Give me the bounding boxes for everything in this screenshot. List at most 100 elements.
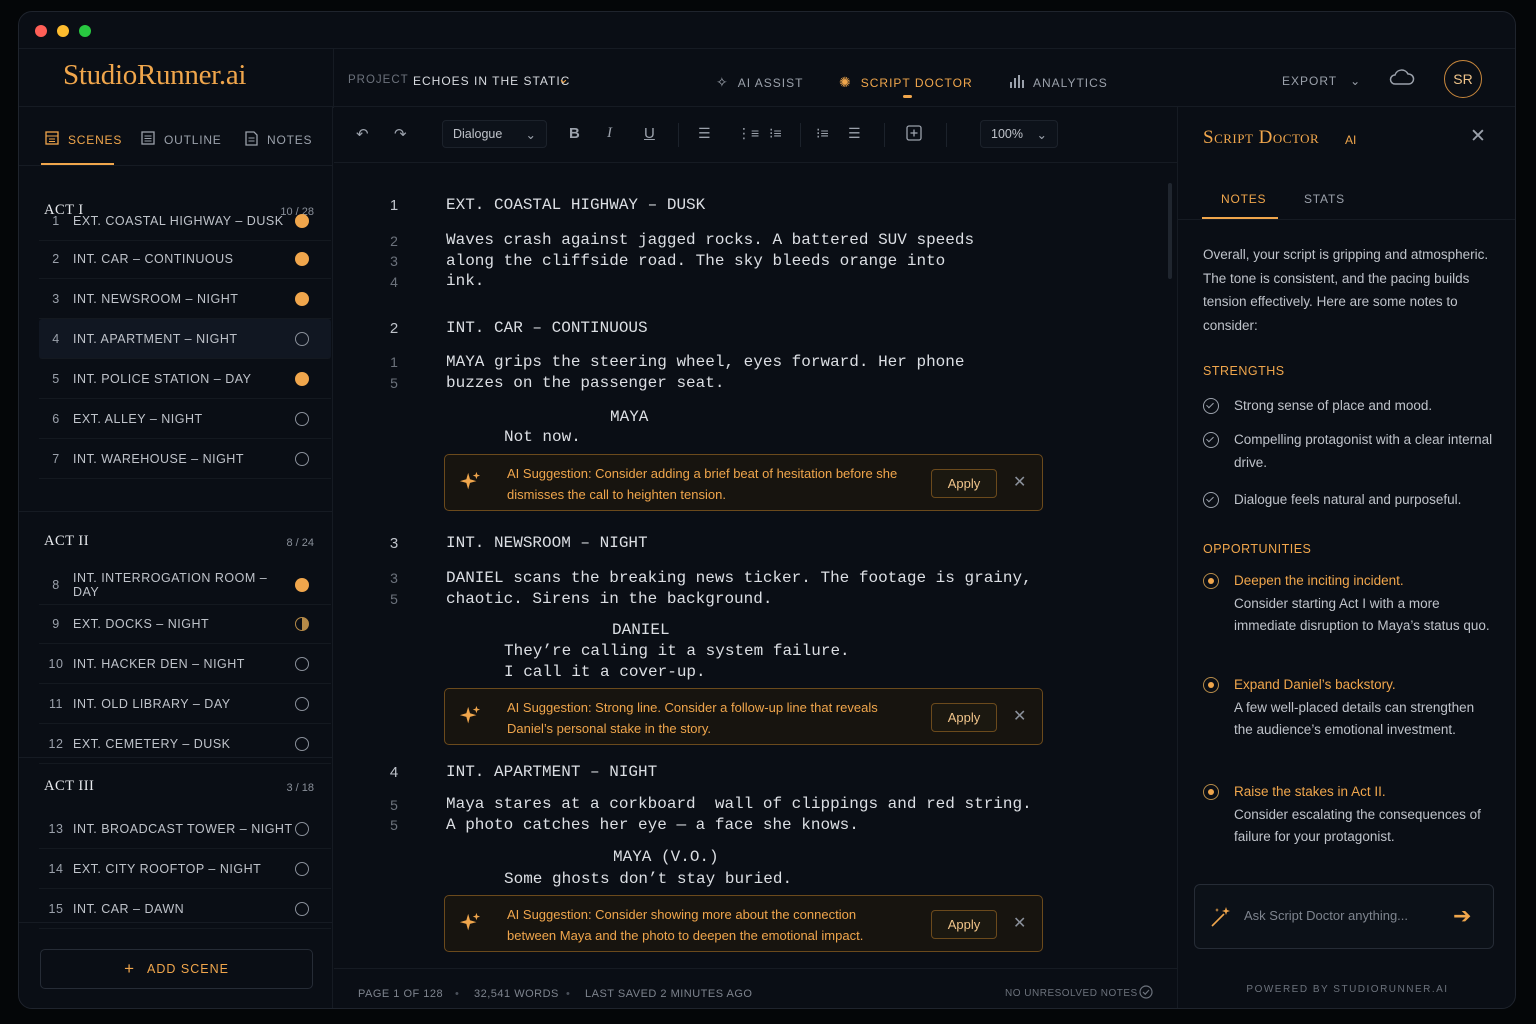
act-heading[interactable]: ACT II	[44, 533, 89, 550]
zoom-select[interactable]: 100% ⌄	[980, 120, 1058, 148]
tab-notes[interactable]: NOTES	[1221, 192, 1266, 206]
dialogue-text[interactable]: They’re calling it a system failure. I c…	[504, 641, 850, 682]
project-selector[interactable]: ECHOES IN THE STATIC	[413, 74, 570, 88]
dismiss-icon[interactable]: ✕	[1013, 706, 1026, 726]
list-icon	[141, 131, 155, 148]
action-text[interactable]: Waves crash against jagged rocks. A batt…	[446, 230, 974, 292]
scene-item[interactable]: 8 INT. INTERROGATION ROOM – DAY	[39, 565, 331, 605]
align-justify-icon[interactable]: ☰	[848, 125, 861, 142]
scene-item[interactable]: 5 INT. POLICE STATION – DAY	[39, 359, 331, 399]
scene-item[interactable]: 14 EXT. CITY ROOFTOP – NIGHT	[39, 849, 331, 889]
action-text[interactable]: DANIEL scans the breaking news ticker. T…	[446, 568, 1032, 609]
opportunity-item[interactable]: Raise the stakes in Act II. Consider esca…	[1203, 781, 1495, 849]
nav-ai-assist[interactable]: ✧ AI ASSIST	[716, 74, 803, 91]
magic-wand-icon	[1211, 907, 1230, 927]
scene-heading[interactable]: INT. APARTMENT – NIGHT	[446, 762, 657, 783]
scene-title: EXT. COASTAL HIGHWAY – DUSK	[73, 213, 284, 228]
scene-number: 5	[52, 371, 60, 386]
action-text[interactable]: MAYA grips the steering wheel, eyes forw…	[446, 352, 964, 393]
ask-placeholder: Ask Script Doctor anything...	[1244, 908, 1409, 923]
maximize-window-button[interactable]	[79, 25, 91, 37]
nav-analytics-label: ANALYTICS	[1033, 75, 1108, 90]
tab-outline[interactable]: OUTLINE	[141, 131, 222, 148]
scene-item[interactable]: 2 INT. CAR – CONTINUOUS	[39, 239, 331, 279]
export-button[interactable]: EXPORT ⌄	[1282, 74, 1361, 88]
export-label: EXPORT	[1282, 74, 1338, 88]
scene-item[interactable]: 11 INT. OLD LIBRARY – DAY	[39, 684, 331, 724]
scene-item[interactable]: 6 EXT. ALLEY – NIGHT	[39, 399, 331, 439]
line-number: 5	[390, 591, 398, 607]
scene-item[interactable]: 1 EXT. COASTAL HIGHWAY – DUSK	[39, 201, 331, 241]
tab-stats[interactable]: STATS	[1304, 192, 1345, 206]
editor-scrollbar[interactable]	[1168, 183, 1172, 279]
strength-item: Dialogue feels natural and purposeful.	[1203, 489, 1495, 512]
scene-item[interactable]: 3 INT. NEWSROOM – NIGHT	[39, 279, 331, 319]
suggestion-text: AI Suggestion: Consider adding a brief b…	[507, 466, 898, 502]
dialogue-text[interactable]: Not now.	[504, 427, 581, 448]
bullet-list-icon[interactable]: ⁝≡	[769, 125, 782, 142]
toolbar-divider	[946, 123, 947, 147]
ask-script-doctor-input[interactable]: Ask Script Doctor anything... ➔	[1194, 884, 1494, 949]
app-logo[interactable]: StudioRunner.ai	[63, 59, 247, 92]
scene-item[interactable]: 9 EXT. DOCKS – NIGHT	[39, 604, 331, 644]
numbered-list-icon[interactable]: ⋮≡	[737, 125, 759, 142]
opportunity-item[interactable]: Expand Daniel’s backstory. A few well-pla…	[1203, 674, 1495, 742]
target-icon	[1203, 677, 1219, 693]
redo-icon[interactable]: ↷	[394, 125, 407, 143]
scene-status-icon	[295, 696, 309, 711]
underline-icon[interactable]: U	[644, 125, 655, 142]
scene-heading[interactable]: INT. CAR – CONTINUOUS	[446, 318, 648, 339]
nav-script-doctor[interactable]: ✺ SCRIPT DOCTOR	[839, 74, 973, 91]
nav-analytics[interactable]: ANALYTICS	[1009, 74, 1108, 91]
add-scene-button[interactable]: + ADD SCENE	[40, 949, 313, 989]
sparkle-icon: ✧	[716, 74, 729, 90]
send-arrow-icon[interactable]: ➔	[1453, 903, 1471, 929]
action-text[interactable]: Maya stares at a corkboard wall of clipp…	[446, 794, 1032, 835]
scene-item[interactable]: 4 INT. APARTMENT – NIGHT	[39, 319, 331, 359]
scene-number: 4	[389, 764, 399, 781]
scene-item[interactable]: 12 EXT. CEMETERY – DUSK	[39, 724, 331, 764]
character-name[interactable]: MAYA	[610, 407, 648, 428]
scene-heading[interactable]: EXT. COASTAL HIGHWAY – DUSK	[446, 195, 705, 216]
insert-note-icon[interactable]	[906, 125, 922, 145]
avatar[interactable]: SR	[1444, 60, 1482, 98]
cloud-sync-icon[interactable]	[1389, 67, 1415, 87]
close-icon[interactable]: ✕	[1470, 125, 1486, 148]
undo-icon[interactable]: ↶	[356, 125, 369, 143]
scene-heading[interactable]: INT. NEWSROOM – NIGHT	[446, 533, 648, 554]
minimize-window-button[interactable]	[57, 25, 69, 37]
check-circle-icon	[1139, 985, 1153, 1002]
scene-number: 2	[389, 320, 399, 337]
scene-item[interactable]: 10 INT. HACKER DEN – NIGHT	[39, 644, 331, 684]
tab-notes[interactable]: NOTES	[245, 131, 312, 149]
scene-item[interactable]: 7 INT. WAREHOUSE – NIGHT	[39, 439, 331, 479]
close-window-button[interactable]	[35, 25, 47, 37]
tab-active-indicator	[41, 163, 114, 165]
dialogue-text[interactable]: Some ghosts don’t stay buried.	[504, 869, 792, 890]
bold-icon[interactable]: B	[569, 125, 580, 142]
tab-scenes[interactable]: SCENES	[45, 131, 122, 148]
scene-number: 10	[48, 656, 64, 671]
dismiss-icon[interactable]: ✕	[1013, 472, 1026, 492]
scene-status-icon	[295, 821, 309, 836]
character-name[interactable]: DANIEL	[612, 620, 670, 641]
opportunity-item[interactable]: Deepen the inciting incident. Consider st…	[1203, 570, 1495, 638]
align-left-icon[interactable]: ☰	[698, 125, 711, 142]
italic-icon[interactable]: I	[607, 125, 612, 142]
film-icon	[45, 131, 59, 148]
scene-status-icon	[295, 251, 309, 266]
apply-button[interactable]: Apply	[931, 703, 997, 732]
chevron-down-icon[interactable]: ⌄	[558, 71, 569, 87]
dismiss-icon[interactable]: ✕	[1013, 913, 1026, 933]
character-name[interactable]: MAYA (V.O.)	[613, 847, 719, 868]
scene-item[interactable]: 13 INT. BROADCAST TOWER – NIGHT	[39, 809, 331, 849]
indent-icon[interactable]: ⁝≡	[816, 125, 829, 142]
apply-button[interactable]: Apply	[931, 469, 997, 498]
apply-button[interactable]: Apply	[931, 910, 997, 939]
element-type-select[interactable]: Dialogue ⌄	[442, 120, 547, 148]
act-divider	[19, 922, 333, 923]
act-heading[interactable]: ACT III	[44, 778, 94, 795]
scene-status-icon	[295, 371, 309, 386]
scene-item[interactable]: 15 INT. CAR – DAWN	[39, 889, 331, 929]
script-page[interactable]: 1 EXT. COASTAL HIGHWAY – DUSK 2 3 4 Wave…	[334, 163, 1177, 963]
